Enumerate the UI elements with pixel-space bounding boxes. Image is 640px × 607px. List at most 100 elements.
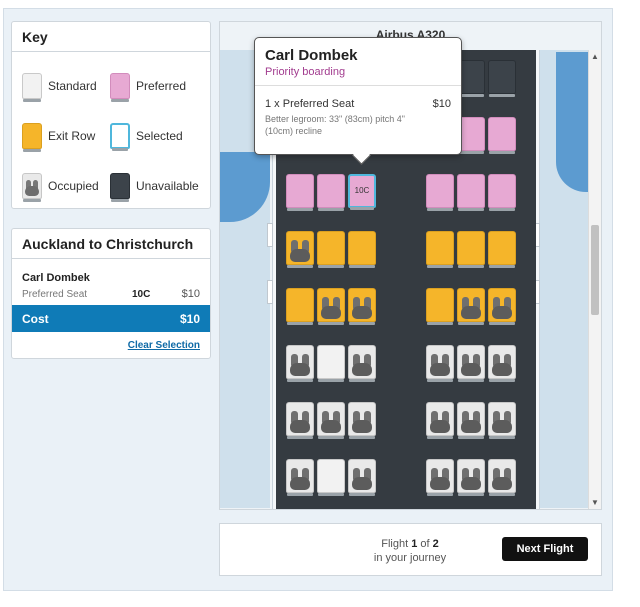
person-icon xyxy=(460,354,482,376)
occupied-seat-icon xyxy=(22,173,42,202)
occupied-seat xyxy=(488,345,516,382)
passenger-seat-price: $10 xyxy=(181,288,200,300)
occupied-seat xyxy=(488,459,516,496)
person-icon xyxy=(491,297,513,319)
key-occupied: Occupied xyxy=(22,170,99,202)
person-icon xyxy=(491,354,513,376)
preferred-seat[interactable] xyxy=(488,117,516,154)
standard-seat[interactable] xyxy=(317,345,345,382)
tooltip-subtitle: Priority boarding xyxy=(265,66,346,78)
person-icon xyxy=(429,468,451,490)
key-grid: Standard Preferred Exit Row Selected Occ… xyxy=(12,52,210,208)
key-title: Key xyxy=(12,22,210,52)
exit-row-seat[interactable] xyxy=(488,231,516,268)
key-label-unavailable: Unavailable xyxy=(136,179,199,193)
occupied-exit-seat xyxy=(457,288,485,325)
person-icon xyxy=(460,411,482,433)
right-wing xyxy=(556,52,588,192)
passenger-name: Carl Dombek xyxy=(22,272,90,284)
key-unavailable: Unavailable xyxy=(110,170,199,202)
person-icon xyxy=(429,411,451,433)
standard-seat-icon xyxy=(22,73,42,102)
occupied-seat xyxy=(426,459,454,496)
flight-current: 1 xyxy=(411,538,418,550)
flight-info: Flight 1 of 2 in your journey xyxy=(355,537,465,565)
occupied-seat xyxy=(426,402,454,439)
cost-value: $10 xyxy=(179,311,200,326)
key-label-exit: Exit Row xyxy=(48,129,96,143)
key-selected: Selected xyxy=(110,120,183,152)
person-icon xyxy=(351,468,373,490)
unavailable-seat-icon xyxy=(110,173,130,202)
preferred-seat[interactable] xyxy=(426,174,454,211)
flight-prefix: Flight xyxy=(381,538,409,550)
footer-panel: Flight 1 of 2 in your journey Next Fligh… xyxy=(219,523,602,576)
occupied-seat xyxy=(317,402,345,439)
occupied-seat xyxy=(457,345,485,382)
passenger-seat-type: Preferred Seat xyxy=(22,289,88,300)
person-icon xyxy=(351,411,373,433)
occupied-exit-seat xyxy=(317,288,345,325)
key-standard: Standard xyxy=(22,70,97,102)
person-icon xyxy=(24,180,40,196)
preferred-seat[interactable] xyxy=(286,174,314,211)
occupied-seat xyxy=(286,345,314,382)
exit-row-seat[interactable] xyxy=(426,288,454,325)
occupied-seat xyxy=(488,402,516,439)
selected-seat[interactable]: 10C xyxy=(348,174,376,210)
tooltip-divider xyxy=(255,85,461,86)
cost-label: Cost xyxy=(22,311,49,326)
person-icon xyxy=(289,411,311,433)
exit-row-seat[interactable] xyxy=(317,231,345,268)
key-label-occupied: Occupied xyxy=(48,179,99,193)
person-icon xyxy=(289,468,311,490)
standard-seat[interactable] xyxy=(317,459,345,496)
person-icon xyxy=(460,297,482,319)
next-flight-button[interactable]: Next Flight xyxy=(502,537,588,561)
flight-of: of xyxy=(420,538,430,550)
person-icon xyxy=(320,411,342,433)
person-icon xyxy=(320,297,342,319)
key-panel: Key Standard Preferred Exit Row Selected… xyxy=(11,21,211,209)
scrollbar[interactable]: ▲ ▼ xyxy=(588,50,601,509)
preferred-seat[interactable] xyxy=(457,174,485,211)
key-exit: Exit Row xyxy=(22,120,95,152)
seat-tooltip: Carl Dombek Priority boarding 1 x Prefer… xyxy=(254,37,462,155)
scroll-up-icon[interactable]: ▲ xyxy=(589,50,601,64)
exit-row-seat[interactable] xyxy=(426,231,454,268)
person-icon xyxy=(351,297,373,319)
occupied-seat xyxy=(457,459,485,496)
flight-suffix: in your journey xyxy=(373,552,447,564)
scroll-thumb[interactable] xyxy=(591,225,599,315)
person-icon xyxy=(289,240,311,262)
person-icon xyxy=(460,468,482,490)
clear-selection-link[interactable]: Clear Selection xyxy=(128,340,200,351)
occupied-seat xyxy=(426,345,454,382)
person-icon xyxy=(491,411,513,433)
unavailable-seat xyxy=(488,60,516,97)
person-icon xyxy=(351,354,373,376)
occupied-seat xyxy=(348,345,376,382)
tooltip-description: Better legroom: 33" (83cm) pitch 4" (10c… xyxy=(265,114,405,136)
occupied-exit-seat xyxy=(286,231,314,268)
exit-door-left xyxy=(267,280,273,304)
occupied-seat xyxy=(286,402,314,439)
tooltip-passenger-name: Carl Dombek xyxy=(265,47,358,64)
person-icon xyxy=(491,468,513,490)
exit-row-seat[interactable] xyxy=(348,231,376,268)
exit-row-seat[interactable] xyxy=(286,288,314,325)
scroll-down-icon[interactable]: ▼ xyxy=(589,496,601,509)
exit-row-seat-icon xyxy=(22,123,42,152)
exit-door-left xyxy=(267,223,273,247)
tooltip-item: 1 x Preferred Seat xyxy=(265,98,355,110)
person-icon xyxy=(289,354,311,376)
occupied-exit-seat xyxy=(488,288,516,325)
key-label-selected: Selected xyxy=(136,129,183,143)
selected-seat-icon xyxy=(110,123,130,151)
key-preferred: Preferred xyxy=(110,70,186,102)
person-icon xyxy=(429,354,451,376)
exit-row-seat[interactable] xyxy=(457,231,485,268)
preferred-seat[interactable] xyxy=(317,174,345,211)
seat-code-label: 10C xyxy=(354,186,370,195)
preferred-seat[interactable] xyxy=(488,174,516,211)
